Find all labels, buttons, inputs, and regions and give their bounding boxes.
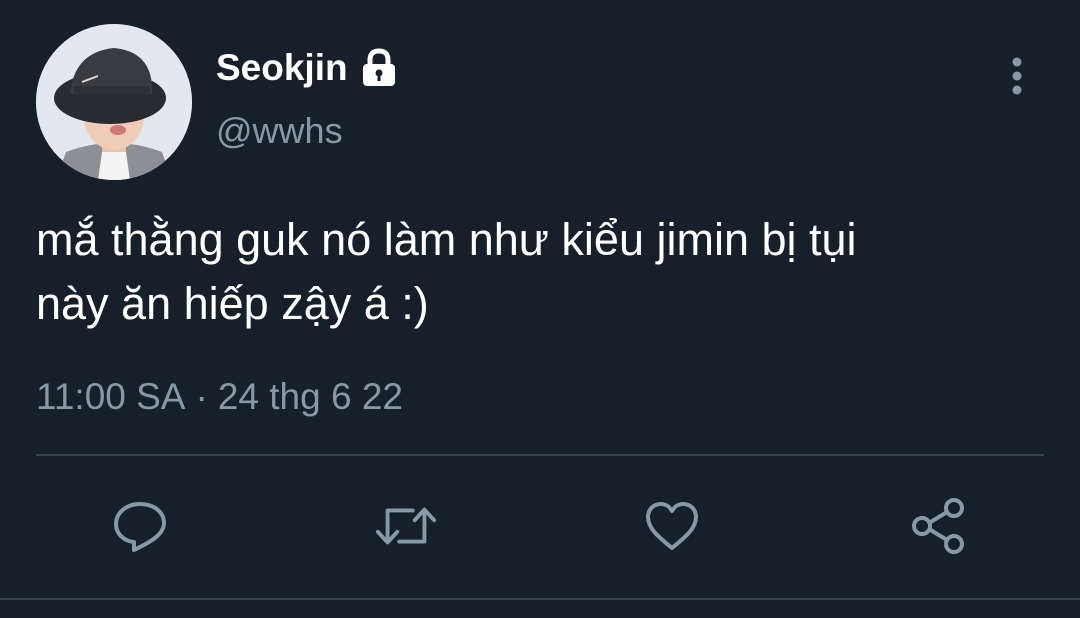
- tweet-date: 24 thg 6 22: [217, 376, 403, 417]
- more-options-button[interactable]: [996, 52, 1038, 100]
- user-handle[interactable]: @wwhs: [216, 110, 343, 152]
- tweet-card: Seokjin @wwhs mắ thằng guk nó làm như ki…: [0, 0, 1080, 618]
- display-name[interactable]: Seokjin: [216, 47, 348, 89]
- bottom-divider: [0, 598, 1080, 600]
- lock-icon: [358, 47, 400, 89]
- share-icon: [912, 498, 964, 554]
- avatar-image: [36, 24, 192, 180]
- tweet-text: mắ thằng guk nó làm như kiểu jimin bị tụ…: [36, 214, 857, 329]
- retweet-icon: [375, 507, 437, 545]
- reply-icon: [114, 502, 166, 552]
- avatar[interactable]: [36, 24, 192, 180]
- reply-button[interactable]: [108, 494, 172, 558]
- tweet-meta: 11:00 SA · 24 thg 6 22: [36, 372, 403, 422]
- author-name-row: Seokjin: [216, 44, 400, 92]
- vertical-ellipsis-icon: [1012, 57, 1022, 95]
- meta-separator: ·: [195, 376, 208, 417]
- retweet-button[interactable]: [374, 494, 438, 558]
- like-icon: [646, 502, 698, 550]
- share-button[interactable]: [906, 494, 970, 558]
- divider: [36, 454, 1044, 456]
- tweet-time: 11:00 SA: [36, 376, 186, 417]
- like-button[interactable]: [640, 494, 704, 558]
